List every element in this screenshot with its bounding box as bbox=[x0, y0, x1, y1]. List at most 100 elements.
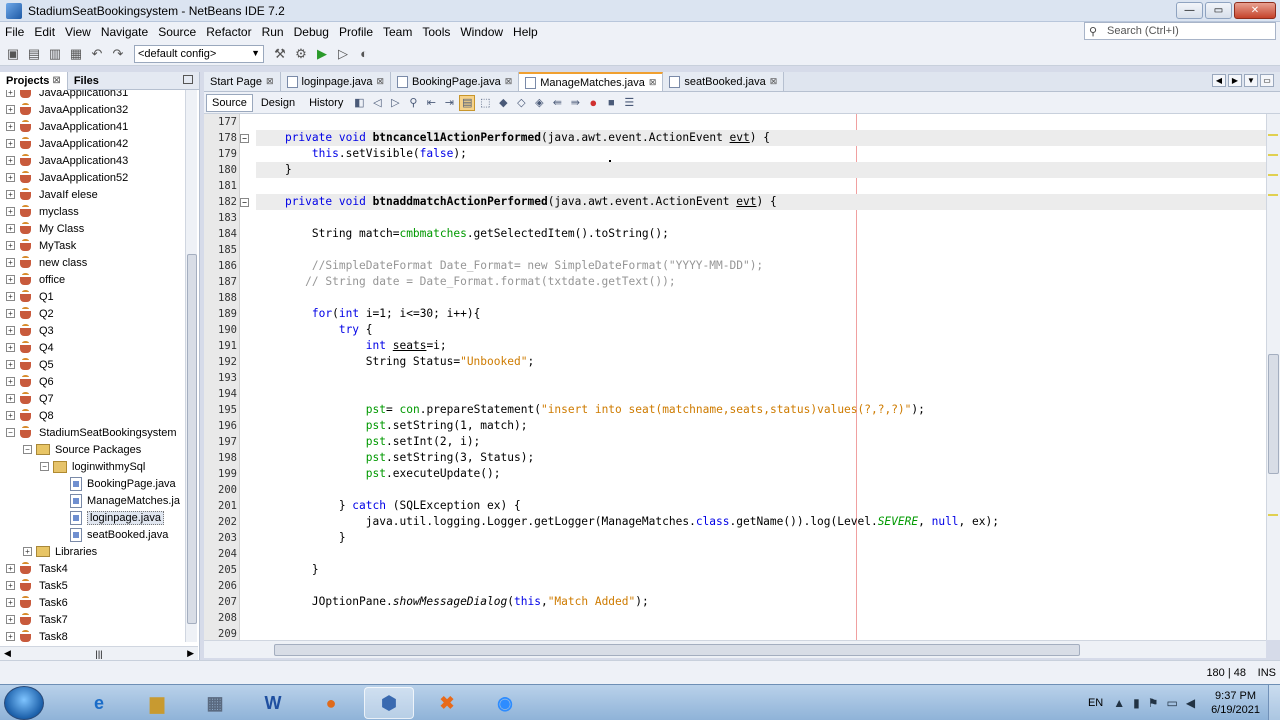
tree-item[interactable]: + office bbox=[0, 271, 199, 288]
collapse-icon[interactable]: − bbox=[23, 445, 32, 454]
redo-icon[interactable]: ↷ bbox=[109, 45, 127, 63]
open-project-icon[interactable]: ▥ bbox=[46, 45, 64, 63]
clock[interactable]: 9:37 PM 6/19/2021 bbox=[1211, 689, 1260, 717]
expand-icon[interactable]: + bbox=[6, 343, 15, 352]
power-icon[interactable]: ▭ bbox=[1166, 696, 1177, 710]
tree-item[interactable]: + new class bbox=[0, 254, 199, 271]
tree-item[interactable]: seatBooked.java bbox=[0, 526, 199, 543]
tree-item[interactable]: + Q7 bbox=[0, 390, 199, 407]
design-mode-button[interactable]: Design bbox=[255, 94, 301, 112]
stripe-mark[interactable] bbox=[1268, 134, 1278, 136]
stop-macro-icon[interactable]: ■ bbox=[603, 95, 619, 111]
minimize-panel-icon[interactable] bbox=[183, 75, 193, 84]
editor-tab[interactable]: BookingPage.java ⊠ bbox=[391, 72, 520, 91]
find-next-icon[interactable]: ⇥ bbox=[441, 95, 457, 111]
file-explorer-icon[interactable]: ▆ bbox=[132, 687, 182, 719]
prev-bookmark-icon[interactable]: ◆ bbox=[495, 95, 511, 111]
expand-icon[interactable]: + bbox=[6, 258, 15, 267]
tree-item[interactable]: + Q5 bbox=[0, 356, 199, 373]
calculator-icon[interactable]: ▦ bbox=[190, 687, 240, 719]
close-button[interactable]: ✕ bbox=[1234, 2, 1276, 19]
tree-item[interactable]: + MyTask bbox=[0, 237, 199, 254]
scroll-tabs-right-icon[interactable]: ▶ bbox=[1228, 74, 1242, 87]
tree-item[interactable]: + Task5 bbox=[0, 577, 199, 594]
stripe-mark[interactable] bbox=[1268, 194, 1278, 196]
maximize-button[interactable]: ▭ bbox=[1205, 2, 1232, 19]
expand-icon[interactable]: + bbox=[23, 547, 32, 556]
tree-item[interactable]: ManageMatches.ja bbox=[0, 492, 199, 509]
tree-item[interactable]: + My Class bbox=[0, 220, 199, 237]
toggle-bookmark-icon[interactable]: ◈ bbox=[531, 95, 547, 111]
maximize-editor-icon[interactable]: ▭ bbox=[1260, 74, 1274, 87]
menu-edit[interactable]: Edit bbox=[29, 25, 60, 39]
menu-team[interactable]: Team bbox=[378, 25, 417, 39]
action-center-icon[interactable]: ⚑ bbox=[1148, 696, 1159, 710]
find-icon[interactable]: ⚲ bbox=[405, 95, 421, 111]
close-icon[interactable]: ⊠ bbox=[649, 77, 657, 88]
tree-item[interactable]: + Q4 bbox=[0, 339, 199, 356]
scroll-tabs-left-icon[interactable]: ◀ bbox=[1212, 74, 1226, 87]
tree-item[interactable]: − loginwithmySql bbox=[0, 458, 199, 475]
forward-icon[interactable]: ▷ bbox=[387, 95, 403, 111]
tree-item[interactable]: + JavaApplication41 bbox=[0, 118, 199, 135]
menu-debug[interactable]: Debug bbox=[289, 25, 334, 39]
tree-item[interactable]: + JavaIf elese bbox=[0, 186, 199, 203]
tree-item[interactable]: loginpage.java bbox=[0, 509, 199, 526]
menu-profile[interactable]: Profile bbox=[334, 25, 378, 39]
expand-icon[interactable]: + bbox=[6, 615, 15, 624]
expand-icon[interactable]: + bbox=[6, 581, 15, 590]
editor-hscroll-thumb[interactable] bbox=[274, 644, 1080, 656]
expand-icon[interactable]: + bbox=[6, 139, 15, 148]
tree-hscrollbar[interactable]: ◀ ||| ▶ bbox=[0, 646, 198, 660]
firefox-icon[interactable]: ● bbox=[306, 687, 356, 719]
tab-files[interactable]: Files bbox=[68, 75, 105, 87]
toggle-rect-select-icon[interactable]: ⬚ bbox=[477, 95, 493, 111]
show-desktop-button[interactable] bbox=[1268, 685, 1280, 720]
tree-item[interactable]: + Libraries bbox=[0, 543, 199, 560]
start-macro-icon[interactable]: ● bbox=[585, 95, 601, 111]
fold-toggle-icon[interactable]: − bbox=[240, 198, 249, 207]
netbeans-taskbar-icon[interactable]: ⬢ bbox=[364, 687, 414, 719]
scroll-left-icon[interactable]: ◀ bbox=[4, 648, 11, 659]
run-icon[interactable]: ▶ bbox=[313, 45, 331, 63]
show-hidden-icons-icon[interactable]: ▲ bbox=[1113, 696, 1125, 710]
code-editor[interactable]: 177 178− private void btncancel1ActionPer… bbox=[204, 114, 1266, 640]
collapse-icon[interactable]: − bbox=[40, 462, 49, 471]
tree-item[interactable]: + Task7 bbox=[0, 611, 199, 628]
zoom-icon[interactable]: ◉ bbox=[480, 687, 530, 719]
editor-hscrollbar[interactable] bbox=[204, 640, 1266, 658]
show-opened-docs-icon[interactable]: ▼ bbox=[1244, 74, 1258, 87]
tree-item[interactable]: + JavaApplication31 bbox=[0, 90, 199, 101]
tree-item[interactable]: + Q6 bbox=[0, 373, 199, 390]
new-file-icon[interactable]: ▣ bbox=[4, 45, 22, 63]
tree-item[interactable]: − Source Packages bbox=[0, 441, 199, 458]
expand-icon[interactable]: + bbox=[6, 377, 15, 386]
expand-icon[interactable]: + bbox=[6, 122, 15, 131]
find-previous-icon[interactable]: ⇤ bbox=[423, 95, 439, 111]
close-icon[interactable]: ⊠ bbox=[266, 76, 274, 87]
clean-build-icon[interactable]: ⚙ bbox=[292, 45, 310, 63]
back-icon[interactable]: ◁ bbox=[369, 95, 385, 111]
error-stripe[interactable] bbox=[1266, 114, 1280, 640]
menu-source[interactable]: Source bbox=[153, 25, 201, 39]
history-mode-button[interactable]: History bbox=[303, 94, 349, 112]
expand-icon[interactable]: + bbox=[6, 411, 15, 420]
close-icon[interactable]: ⊠ bbox=[376, 76, 384, 87]
tree-item[interactable]: + JavaApplication42 bbox=[0, 135, 199, 152]
network-icon[interactable]: ▮ bbox=[1133, 696, 1140, 710]
tree-item[interactable]: + Q3 bbox=[0, 322, 199, 339]
internet-explorer-icon[interactable]: e bbox=[74, 687, 124, 719]
next-bookmark-icon[interactable]: ◇ bbox=[513, 95, 529, 111]
stripe-mark[interactable] bbox=[1268, 154, 1278, 156]
expand-icon[interactable]: + bbox=[6, 598, 15, 607]
expand-icon[interactable]: + bbox=[6, 105, 15, 114]
menu-refactor[interactable]: Refactor bbox=[201, 25, 256, 39]
language-indicator[interactable]: EN bbox=[1088, 697, 1103, 709]
tree-item[interactable]: − StadiumSeatBookingsystem bbox=[0, 424, 199, 441]
volume-icon[interactable]: ◀ bbox=[1186, 696, 1195, 710]
menu-file[interactable]: File bbox=[0, 25, 29, 39]
shift-right-icon[interactable]: ⇛ bbox=[567, 95, 583, 111]
expand-icon[interactable]: + bbox=[6, 190, 15, 199]
search-input[interactable]: ⚲ Search (Ctrl+I) bbox=[1084, 22, 1276, 40]
tree-item[interactable]: + Q1 bbox=[0, 288, 199, 305]
